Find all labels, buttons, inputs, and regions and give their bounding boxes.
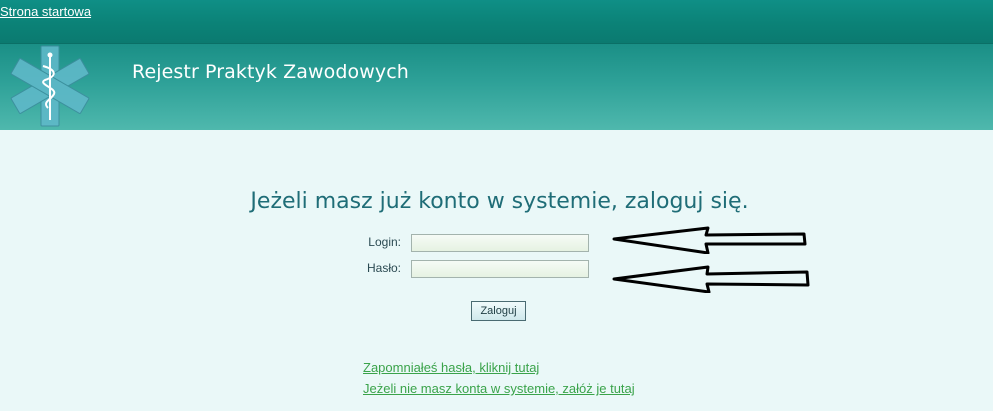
register-link[interactable]: Jeżeli nie masz konta w systemie, załóż …: [363, 381, 635, 396]
password-input[interactable]: [411, 260, 589, 278]
login-button[interactable]: Zaloguj: [471, 301, 526, 321]
forgot-password-link[interactable]: Zapomniałeś hasła, kliknij tutaj: [363, 360, 539, 375]
top-bar: Strona startowa: [0, 0, 993, 43]
left-arrow-icon: [612, 226, 807, 254]
login-input[interactable]: [411, 234, 589, 252]
login-label: Login:: [368, 235, 401, 249]
password-label: Hasło:: [366, 261, 401, 275]
header-banner: Rejestr Praktyk Zawodowych: [0, 43, 993, 130]
home-link[interactable]: Strona startowa: [0, 4, 91, 19]
left-arrow-icon: [612, 265, 810, 293]
star-of-life-icon: [10, 45, 90, 127]
app-title: Rejestr Praktyk Zawodowych: [132, 61, 409, 83]
login-heading: Jeżeli masz już konto w systemie, zalogu…: [250, 189, 749, 214]
